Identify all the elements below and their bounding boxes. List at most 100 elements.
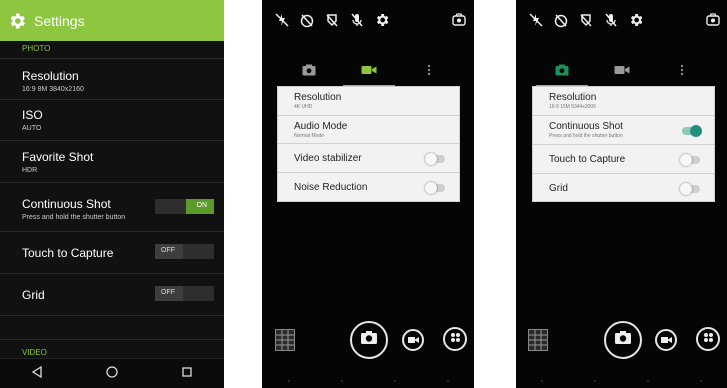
setting-resolution[interactable]: Resolution 4K UHD bbox=[278, 87, 459, 116]
setting-grid[interactable]: Grid OFF bbox=[0, 274, 224, 316]
camera-photo-settings-screen: Resolution 16:9 15M 5344x3006 Continuous… bbox=[516, 0, 727, 388]
flash-off-icon[interactable] bbox=[274, 12, 290, 28]
settings-gear-icon[interactable] bbox=[6, 10, 28, 32]
setting-label: Resolution bbox=[22, 69, 79, 83]
gallery-thumbnail[interactable] bbox=[275, 329, 295, 351]
page-dots bbox=[262, 380, 474, 382]
hdr-off-icon[interactable] bbox=[578, 12, 594, 28]
video-stabilizer-toggle[interactable] bbox=[425, 153, 445, 165]
switch-state: OFF bbox=[161, 247, 175, 254]
video-camera-icon bbox=[361, 63, 377, 81]
toggle-knob bbox=[425, 182, 437, 194]
touch-to-capture-switch[interactable]: OFF bbox=[155, 244, 214, 259]
setting-value: 16:9 8M 3840x2160 bbox=[22, 86, 84, 93]
switch-camera-icon[interactable] bbox=[705, 12, 721, 28]
setting-resolution[interactable]: Resolution 16:9 15M 5344x3006 bbox=[533, 87, 714, 116]
setting-continuous-shot[interactable]: Continuous Shot Press and hold the shutt… bbox=[533, 116, 714, 145]
settings-gear-icon[interactable] bbox=[374, 12, 390, 28]
setting-resolution[interactable]: Resolution 16:9 8M 3840x2160 bbox=[0, 59, 224, 100]
mic-off-icon[interactable] bbox=[603, 12, 619, 28]
hdr-off-icon[interactable] bbox=[324, 12, 340, 28]
switch-state: ON bbox=[196, 202, 208, 209]
camera-top-bar bbox=[516, 6, 727, 36]
back-icon[interactable] bbox=[31, 365, 43, 383]
grid-toggle[interactable] bbox=[680, 183, 700, 195]
setting-iso[interactable]: ISO AUTO bbox=[0, 100, 224, 141]
setting-value: AUTO bbox=[22, 125, 42, 132]
timer-off-icon[interactable] bbox=[299, 12, 315, 28]
shutter-button[interactable] bbox=[350, 321, 388, 359]
setting-label: Audio Mode bbox=[294, 121, 348, 132]
tab-more[interactable] bbox=[399, 57, 459, 87]
noise-reduction-toggle[interactable] bbox=[425, 182, 445, 194]
toggle-knob bbox=[690, 125, 702, 137]
toggle-knob bbox=[425, 153, 437, 165]
setting-value: Press and hold the shutter button bbox=[22, 214, 126, 221]
settings-title: Settings bbox=[34, 12, 85, 29]
video-record-icon bbox=[660, 331, 672, 349]
setting-audio-mode[interactable]: Audio Mode Normal Mode bbox=[278, 116, 459, 144]
setting-value: Normal Mode bbox=[294, 133, 325, 139]
switch-state: OFF bbox=[161, 289, 175, 296]
camera-mode-tabs bbox=[279, 57, 459, 87]
switch-camera-icon[interactable] bbox=[451, 12, 467, 28]
setting-value: HDR bbox=[22, 167, 38, 174]
video-record-button[interactable] bbox=[655, 329, 677, 351]
modes-button[interactable] bbox=[443, 327, 467, 351]
photo-settings-panel: Resolution 16:9 15M 5344x3006 Continuous… bbox=[532, 86, 715, 202]
page-dots bbox=[516, 380, 727, 382]
android-nav-bar bbox=[0, 358, 224, 388]
video-record-icon bbox=[407, 331, 419, 349]
touch-to-capture-toggle[interactable] bbox=[680, 154, 700, 166]
toggle-knob bbox=[680, 154, 692, 166]
spacer-row bbox=[0, 316, 224, 340]
camera-mode-tabs bbox=[532, 57, 712, 87]
setting-value: 16:9 15M 5344x3006 bbox=[549, 104, 596, 110]
setting-video-stabilizer[interactable]: Video stabilizer bbox=[278, 144, 459, 173]
video-settings-panel: Resolution 4K UHD Audio Mode Normal Mode… bbox=[277, 86, 460, 202]
setting-grid[interactable]: Grid bbox=[533, 174, 714, 201]
tab-video[interactable] bbox=[339, 57, 399, 87]
camera-video-settings-screen: Resolution 4K UHD Audio Mode Normal Mode… bbox=[262, 0, 474, 388]
category-photo: PHOTO bbox=[0, 41, 224, 59]
setting-continuous-shot[interactable]: Continuous Shot Press and hold the shutt… bbox=[0, 183, 224, 232]
tab-photo[interactable] bbox=[279, 57, 339, 87]
setting-label: ISO bbox=[22, 108, 43, 122]
home-icon[interactable] bbox=[106, 365, 118, 383]
shutter-button[interactable] bbox=[604, 321, 642, 359]
mic-off-icon[interactable] bbox=[349, 12, 365, 28]
setting-favorite-shot[interactable]: Favorite Shot HDR bbox=[0, 141, 224, 183]
photo-camera-icon bbox=[555, 63, 569, 81]
setting-label: Resolution bbox=[549, 92, 597, 103]
more-vert-icon bbox=[680, 63, 684, 81]
camera-top-bar bbox=[262, 6, 474, 36]
tab-photo[interactable] bbox=[532, 57, 592, 87]
setting-touch-to-capture[interactable]: Touch to Capture bbox=[533, 145, 714, 174]
setting-label: Resolution bbox=[294, 92, 342, 103]
video-record-button[interactable] bbox=[402, 329, 424, 351]
setting-label: Favorite Shot bbox=[22, 150, 94, 164]
settings-header: Settings bbox=[0, 0, 224, 41]
modes-icon bbox=[450, 330, 461, 348]
tab-video[interactable] bbox=[592, 57, 652, 87]
setting-touch-to-capture[interactable]: Touch to Capture OFF bbox=[0, 232, 224, 274]
setting-noise-reduction[interactable]: Noise Reduction bbox=[278, 173, 459, 201]
modes-icon bbox=[703, 330, 714, 348]
timer-off-icon[interactable] bbox=[553, 12, 569, 28]
tab-more[interactable] bbox=[652, 57, 712, 87]
more-vert-icon bbox=[427, 63, 431, 81]
modes-button[interactable] bbox=[696, 327, 720, 351]
shutter-icon bbox=[360, 330, 378, 350]
settings-gear-icon[interactable] bbox=[628, 12, 644, 28]
shutter-icon bbox=[614, 330, 632, 350]
continuous-shot-toggle[interactable] bbox=[682, 125, 702, 137]
grid-switch[interactable]: OFF bbox=[155, 286, 214, 301]
recents-icon[interactable] bbox=[181, 365, 193, 383]
video-camera-icon bbox=[614, 63, 630, 81]
flash-off-icon[interactable] bbox=[528, 12, 544, 28]
settings-screen: Settings PHOTO Resolution 16:9 8M 3840x2… bbox=[0, 0, 224, 388]
toggle-knob bbox=[680, 183, 692, 195]
setting-value: 4K UHD bbox=[294, 104, 313, 110]
gallery-thumbnail[interactable] bbox=[528, 329, 548, 351]
continuous-shot-switch[interactable]: ON bbox=[155, 199, 214, 214]
